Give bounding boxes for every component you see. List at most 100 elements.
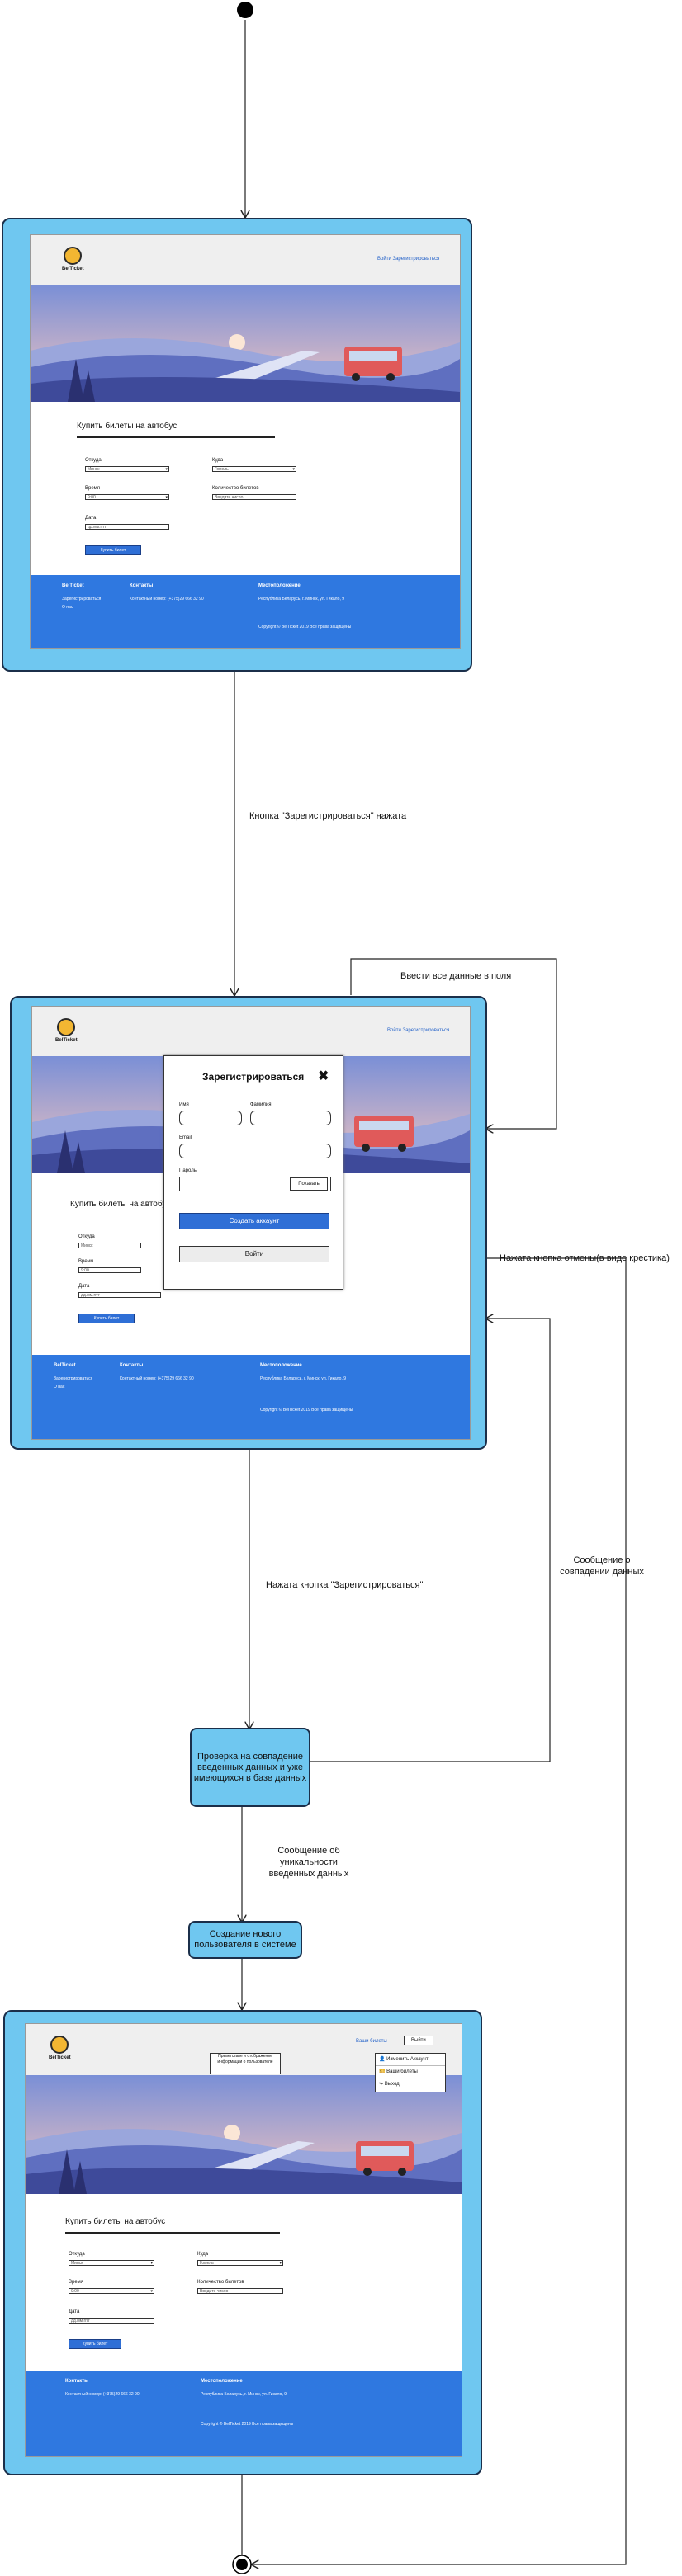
register-link[interactable]: Зарегистрироваться bbox=[402, 1028, 449, 1033]
modal-login-button[interactable]: Войти bbox=[179, 1246, 329, 1262]
menu-item-my-tickets[interactable]: 🎫 Ваши билеты bbox=[376, 2066, 445, 2078]
state-main-page: BelTicket Войти Зарегистрироваться Купит… bbox=[2, 218, 472, 672]
chevron-down-icon: ▾ bbox=[165, 467, 168, 472]
time-label: Время bbox=[78, 1259, 94, 1264]
site-footer: Контакты Контактный номер: (+375)29 666 … bbox=[26, 2371, 462, 2456]
footer-register-link[interactable]: Зарегистрироваться bbox=[62, 597, 101, 602]
name-label: Имя bbox=[179, 1102, 189, 1107]
footer-copyright: Copyright © BelTicket 2019 Все права защ… bbox=[201, 2422, 294, 2427]
footer-register-link[interactable]: Зарегистрироваться bbox=[54, 1376, 92, 1382]
exit-button[interactable]: Выйти bbox=[404, 2036, 433, 2045]
footer-phone: Контактный номер: (+375)29 666 32 90 bbox=[65, 2392, 140, 2397]
account-menu: 👤 Изменить Аккаунт 🎫 Ваши билеты ↪ Выход bbox=[375, 2053, 446, 2092]
create-account-button[interactable]: Создать аккаунт bbox=[179, 1213, 329, 1229]
chevron-down-icon: ▾ bbox=[165, 495, 168, 500]
site-footer: BelTicket Зарегистрироваться О нас Конта… bbox=[32, 1355, 470, 1439]
logo-icon bbox=[57, 1018, 75, 1036]
date-input[interactable]: дд.мм.гггг bbox=[69, 2318, 154, 2324]
to-select[interactable]: Гомель ▾ bbox=[197, 2260, 283, 2266]
date-label: Дата bbox=[69, 2309, 80, 2314]
footer-about-link[interactable]: О нас bbox=[62, 605, 73, 611]
ticket-icon: 🎫 bbox=[379, 2069, 387, 2074]
name-field[interactable] bbox=[179, 1111, 242, 1125]
end-node-inner bbox=[236, 2559, 248, 2570]
buy-ticket-button[interactable]: Купить билет bbox=[78, 1314, 135, 1323]
edge-label-unique-message: Сообщение об уникальности введенных данн… bbox=[268, 1846, 349, 1879]
edge-label-cancel-clicked: Нажата кнопка отмены(в виде крестика) bbox=[500, 1253, 670, 1263]
date-input[interactable]: дд.мм.гггг bbox=[85, 524, 169, 530]
form-title: Купить билеты на автобус bbox=[70, 1200, 171, 1209]
form-title: Купить билеты на автобус bbox=[77, 422, 178, 431]
footer-copyright: Copyright © BelTicket 2019 Все права защ… bbox=[258, 625, 352, 630]
logo-icon bbox=[50, 2036, 69, 2054]
email-label: Email bbox=[179, 1135, 192, 1140]
header-links: Войти Зарегистрироваться bbox=[377, 257, 439, 262]
edge-label-register-pressed: Нажата кнопка "Зарегистрироваться" bbox=[266, 1580, 424, 1590]
footer-address: Республика Беларусь, г. Минск, ул. Гикал… bbox=[258, 597, 344, 602]
process-create-user: Создание нового пользователя в системе bbox=[188, 1921, 302, 1959]
registration-modal: Зарегистрироваться ✖ Имя Фамилия Email П… bbox=[163, 1055, 343, 1290]
from-select[interactable]: Минск bbox=[78, 1243, 141, 1248]
form-title: Купить билеты на автобус bbox=[65, 2217, 166, 2226]
logout-icon: ↪ bbox=[379, 2082, 385, 2087]
footer-address: Республика Беларусь, г. Минск, ул. Гикал… bbox=[260, 1376, 346, 1381]
form-title-underline bbox=[77, 436, 275, 438]
from-select[interactable]: Минск ▾ bbox=[85, 466, 169, 472]
time-select[interactable]: 9:00 ▾ bbox=[69, 2288, 154, 2294]
footer-phone: Контактный номер: (+375)29 666 32 90 bbox=[120, 1376, 194, 1381]
footer-contacts-title: Контакты bbox=[65, 2379, 89, 2384]
time-select[interactable]: 9:00 ▾ bbox=[85, 494, 169, 500]
date-input[interactable]: дд.мм.гггг bbox=[78, 1292, 161, 1298]
modal-title: Зарегистрироваться bbox=[202, 1071, 305, 1083]
surname-field[interactable] bbox=[250, 1111, 331, 1125]
edge-label-register-clicked: Кнопка "Зарегистрироваться" нажата bbox=[249, 811, 407, 821]
footer-about-link[interactable]: О нас bbox=[54, 1385, 64, 1390]
login-link[interactable]: Войти bbox=[377, 257, 391, 262]
process-check-data: Проверка на совпадение введенных данных … bbox=[190, 1728, 310, 1807]
from-label: Откуда bbox=[85, 458, 102, 463]
chevron-down-icon: ▾ bbox=[279, 2261, 282, 2266]
show-password-button[interactable]: Показать bbox=[290, 1177, 328, 1191]
site-footer: BelTicket Зарегистрироваться О нас Конта… bbox=[31, 575, 460, 648]
footer-brand: BelTicket bbox=[62, 583, 84, 588]
buy-ticket-button[interactable]: Купить билет bbox=[85, 545, 141, 555]
date-label: Дата bbox=[78, 1284, 90, 1289]
email-field[interactable] bbox=[179, 1144, 331, 1158]
buy-ticket-button[interactable]: Купить билет bbox=[69, 2339, 121, 2349]
time-label: Время bbox=[69, 2280, 84, 2285]
logo-text: BelTicket bbox=[49, 2055, 71, 2060]
count-input[interactable]: Введите число bbox=[212, 494, 296, 500]
to-label: Куда bbox=[197, 2252, 209, 2257]
footer-copyright: Copyright © BelTicket 2019 Все права защ… bbox=[260, 1408, 353, 1413]
chevron-down-icon: ▾ bbox=[292, 467, 295, 472]
my-tickets-link[interactable]: Ваши билеты bbox=[356, 2039, 387, 2044]
logo-text: BelTicket bbox=[55, 1038, 78, 1043]
start-node bbox=[237, 2, 253, 18]
footer-address: Республика Беларусь, г. Минск, ул. Гикал… bbox=[201, 2392, 287, 2397]
count-input[interactable]: Введите число bbox=[197, 2288, 283, 2294]
menu-item-edit-account[interactable]: 👤 Изменить Аккаунт bbox=[376, 2054, 445, 2066]
from-select[interactable]: Минск ▾ bbox=[69, 2260, 154, 2266]
count-label: Количество билетов bbox=[197, 2280, 244, 2285]
header-links: Войти Зарегистрироваться bbox=[387, 1028, 449, 1033]
register-link[interactable]: Зарегистрироваться bbox=[392, 257, 439, 262]
footer-location-title: Местоположение bbox=[201, 2379, 243, 2384]
to-label: Куда bbox=[212, 458, 224, 463]
user-icon: 👤 bbox=[379, 2057, 387, 2062]
site-header: BelTicket Войти Зарегистрироваться bbox=[31, 235, 460, 285]
close-icon[interactable]: ✖ bbox=[318, 1068, 329, 1084]
logo-icon bbox=[64, 247, 82, 265]
to-select[interactable]: Гомель ▾ bbox=[212, 466, 296, 472]
edge-label-match-message: Сообщение о совпадении данных bbox=[560, 1555, 644, 1577]
footer-location-title: Местоположение bbox=[258, 583, 301, 588]
user-greeting-callout: Приветствие и отображение информации о п… bbox=[210, 2053, 281, 2074]
site-header: BelTicket Войти Зарегистрироваться bbox=[32, 1007, 470, 1056]
state-registration-modal: BelTicket Войти Зарегистрироваться Купит… bbox=[10, 996, 487, 1450]
time-select[interactable]: 9:00 bbox=[78, 1267, 141, 1273]
login-link[interactable]: Войти bbox=[387, 1028, 401, 1033]
menu-item-exit[interactable]: ↪ Выход bbox=[376, 2078, 445, 2090]
chevron-down-icon: ▾ bbox=[150, 2289, 153, 2294]
count-label: Количество билетов bbox=[212, 486, 259, 491]
date-label: Дата bbox=[85, 516, 97, 521]
hero-banner bbox=[31, 285, 460, 402]
